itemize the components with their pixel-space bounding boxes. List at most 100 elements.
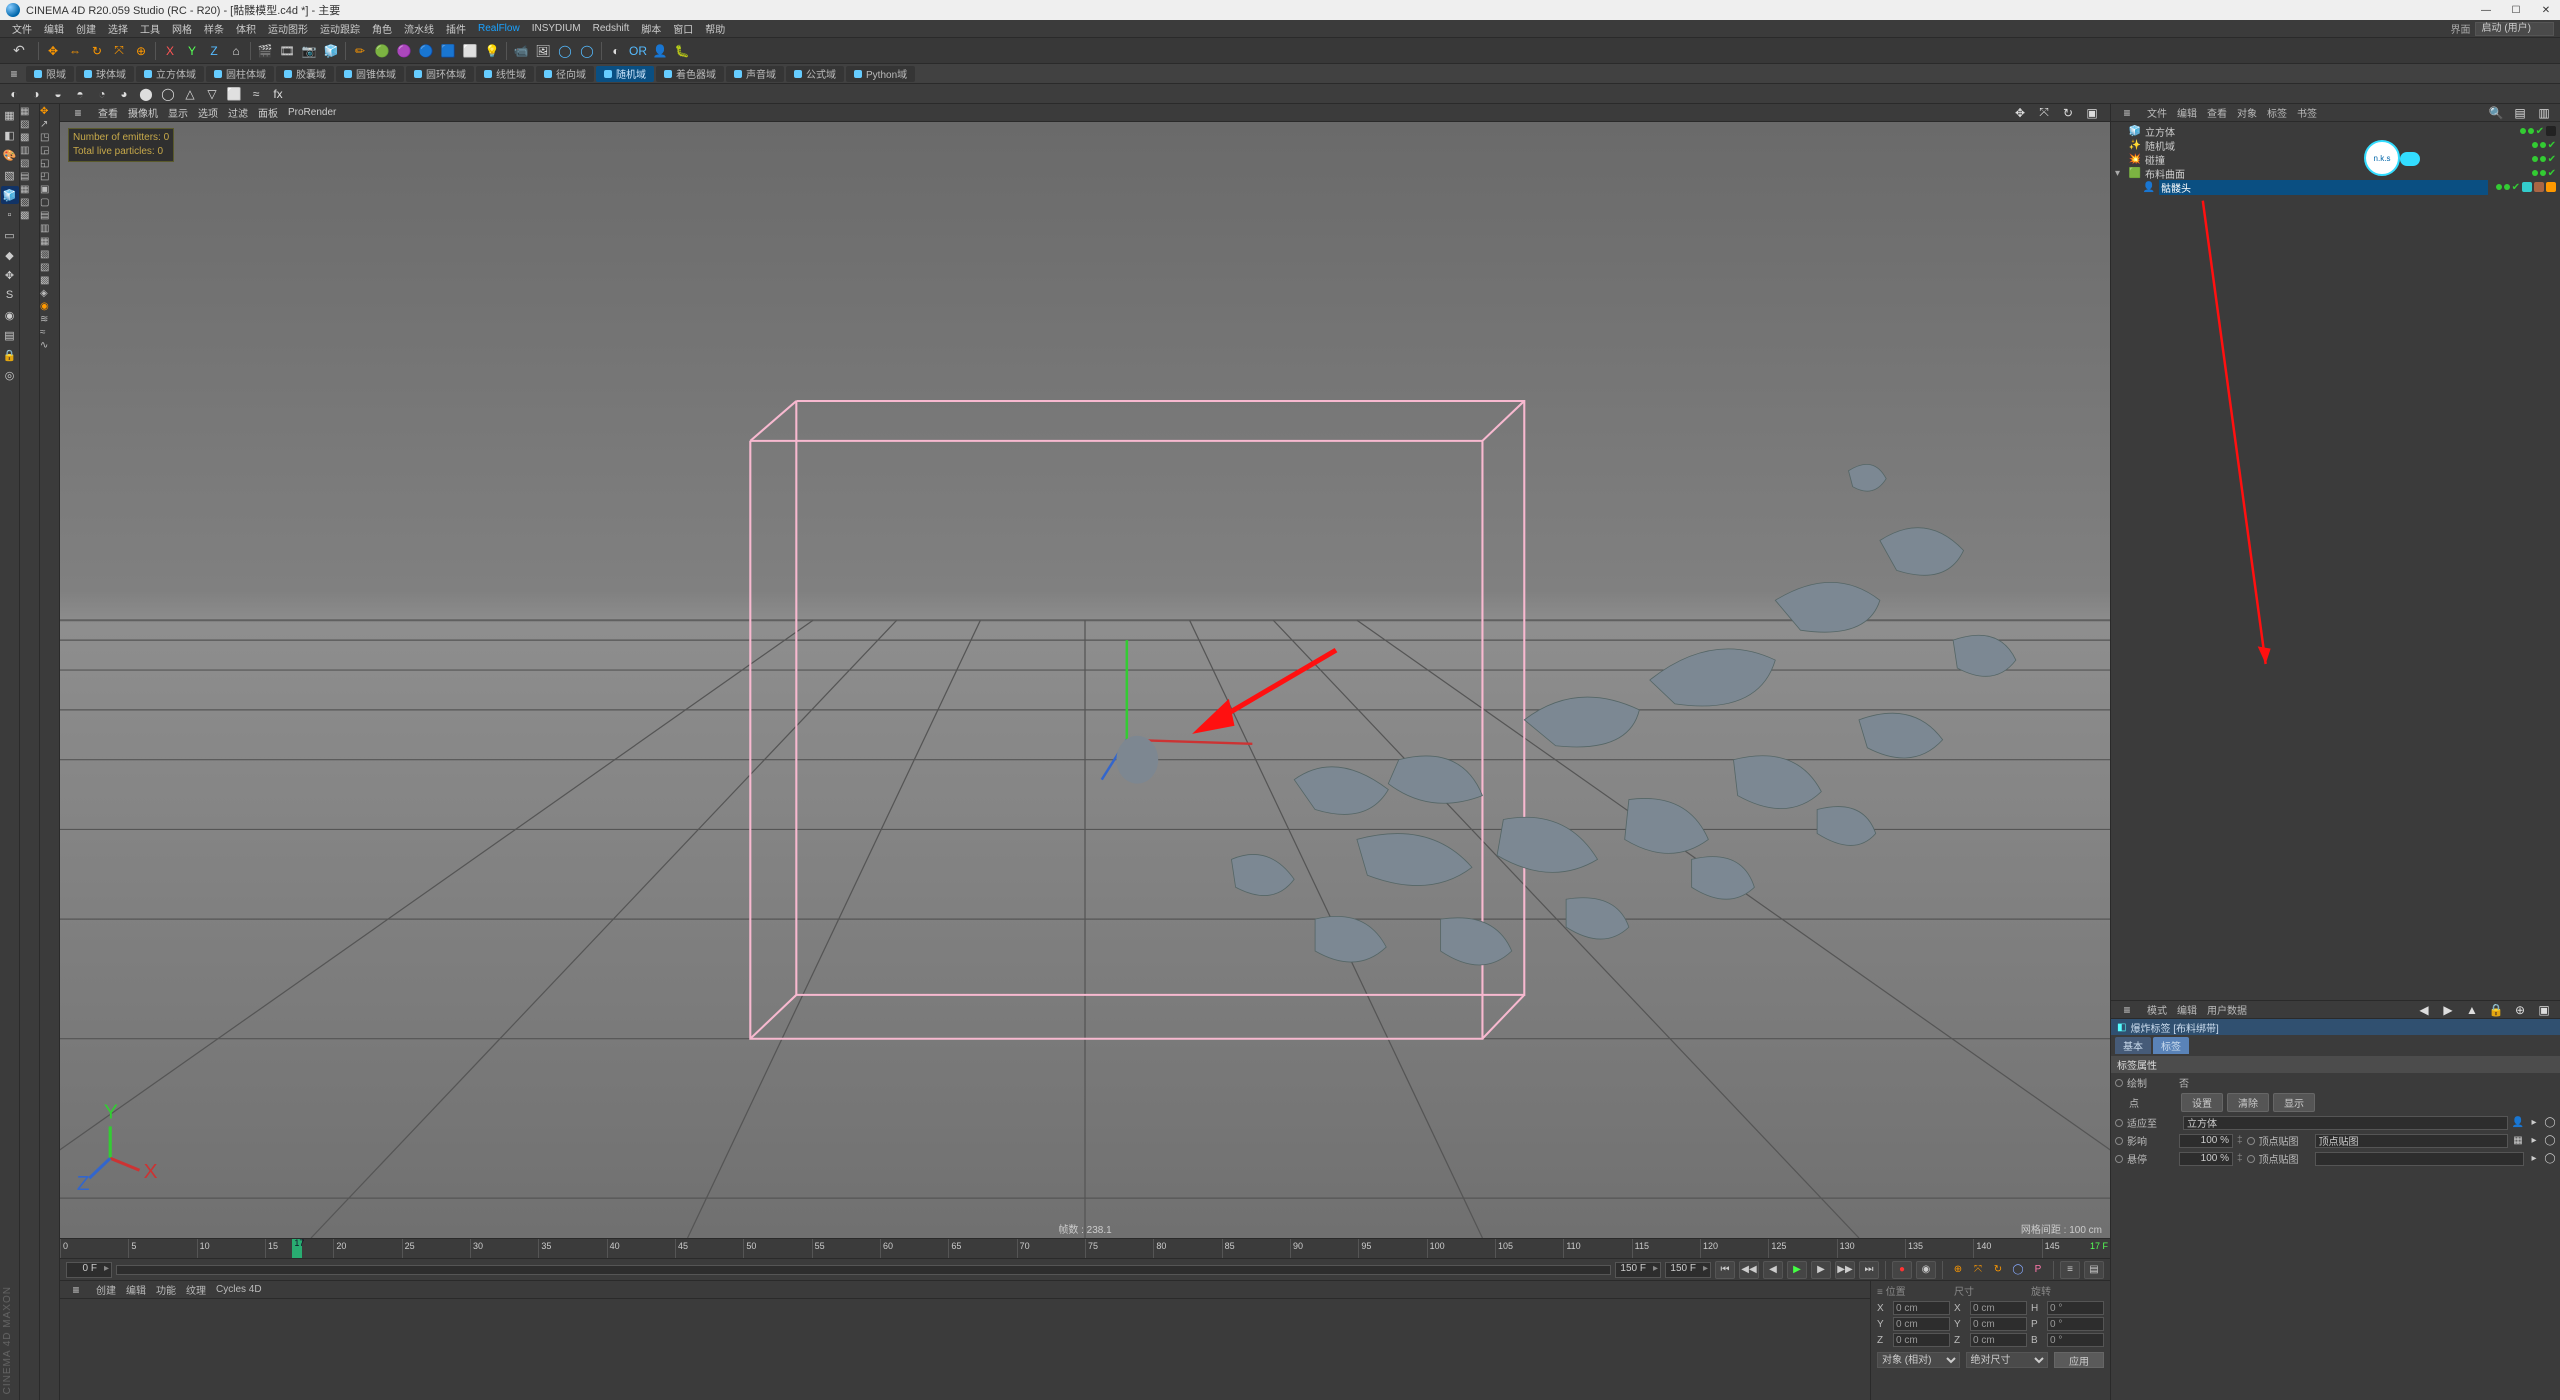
ext-7[interactable]: ▣ xyxy=(40,184,59,195)
material-menu-编辑[interactable]: 编辑 xyxy=(126,1282,146,1297)
main-menu-运动跟踪[interactable]: 运动跟踪 xyxy=(314,20,366,37)
vtx2-clear-icon[interactable]: ◯ xyxy=(2544,1153,2556,1165)
tool-enable-snap[interactable]: ◉ xyxy=(1,306,19,324)
anim-dot-infl[interactable] xyxy=(2115,1137,2123,1145)
ext-18[interactable]: ≈ xyxy=(40,327,59,338)
toolbar-icon-7[interactable]: Z xyxy=(204,41,224,61)
field-圆柱体域[interactable]: 圆柱体域 xyxy=(206,66,274,82)
field-立方体域[interactable]: 立方体域 xyxy=(136,66,204,82)
field-胶囊域[interactable]: 胶囊域 xyxy=(276,66,334,82)
main-menu-网格[interactable]: 网格 xyxy=(166,20,198,37)
btn-clear[interactable]: 清除 xyxy=(2227,1093,2269,1112)
attr-mode-icon[interactable]: ▣ xyxy=(2534,1000,2554,1020)
toolbar-icon-24[interactable]: ◐ xyxy=(606,41,626,61)
timeline-dopesheet-button[interactable]: ▤ xyxy=(2084,1261,2104,1279)
obj-name[interactable]: 骷髅头 xyxy=(2159,180,2488,195)
coord-z[interactable] xyxy=(1893,1333,1950,1347)
coord-y[interactable] xyxy=(1893,1317,1950,1331)
key-pos-button[interactable]: ⊕ xyxy=(1949,1261,1967,1279)
obj-menu-书签[interactable]: 书签 xyxy=(2297,105,2317,120)
field-声音域[interactable]: 声音域 xyxy=(726,66,784,82)
toolbar-icon-13[interactable]: ✏ xyxy=(350,41,370,61)
field-线性域[interactable]: 线性域 xyxy=(476,66,534,82)
toolbar-icon-15[interactable]: 🟣 xyxy=(394,41,414,61)
range-start-field[interactable]: 0 F xyxy=(66,1262,112,1278)
field-公式域[interactable]: 公式域 xyxy=(786,66,844,82)
toolbar-icon-12[interactable]: 🧊 xyxy=(321,41,341,61)
coord-h[interactable] xyxy=(2047,1301,2104,1315)
viewport-orbit-icon[interactable]: ↻ xyxy=(2058,103,2078,123)
coord-mode-select[interactable]: 对象 (相对) xyxy=(1877,1352,1960,1368)
ext-6[interactable]: ◰ xyxy=(40,171,59,182)
tool-edges[interactable]: ▭ xyxy=(1,226,19,244)
window-maximize-button[interactable]: ☐ xyxy=(2508,5,2524,16)
toolbar-icon-8[interactable]: ⌂ xyxy=(226,41,246,61)
ext-8[interactable]: ▢ xyxy=(40,197,59,208)
key-param-button[interactable]: ◯ xyxy=(2009,1261,2027,1279)
obj-name[interactable]: 碰撞 xyxy=(2145,152,2524,167)
anim-dot-draw[interactable] xyxy=(2115,1079,2123,1087)
viewport-menu-选项[interactable]: 选项 xyxy=(198,105,218,120)
ext-15[interactable]: ◈ xyxy=(40,288,59,299)
field-hover[interactable] xyxy=(2179,1152,2233,1166)
range-cur-field[interactable]: 150 F xyxy=(1615,1262,1661,1278)
obj-menu-标签[interactable]: 标签 xyxy=(2267,105,2287,120)
obj-menu-文件[interactable]: 文件 xyxy=(2147,105,2167,120)
window-close-button[interactable]: ✕ xyxy=(2538,5,2554,16)
tag-brown[interactable] xyxy=(2534,182,2544,192)
field-fit[interactable] xyxy=(2183,1116,2508,1130)
toolbar-icon-22[interactable]: ◯ xyxy=(555,41,575,61)
autokey-button[interactable]: ◉ xyxy=(1916,1261,1936,1279)
key-rot-button[interactable]: ↻ xyxy=(1989,1261,2007,1279)
coord-p[interactable] xyxy=(2047,1317,2104,1331)
mograph-icon-12[interactable]: fx xyxy=(268,84,288,104)
coord-size-mode-select[interactable]: 绝对尺寸 xyxy=(1966,1352,2049,1368)
main-menu-运动图形[interactable]: 运动图形 xyxy=(262,20,314,37)
attr-up-icon[interactable]: ▲ xyxy=(2462,1000,2482,1020)
next-key-button[interactable]: ▶▶ xyxy=(1835,1261,1855,1279)
ext-2[interactable]: ↗ xyxy=(40,119,59,130)
timeline-playhead[interactable]: 17 xyxy=(292,1239,302,1258)
mod-5[interactable]: ▧ xyxy=(20,158,39,169)
range-total-field[interactable]: 150 F xyxy=(1665,1262,1711,1278)
obj-name[interactable]: 立方体 xyxy=(2145,124,2512,139)
attr-prev-icon[interactable]: ◀ xyxy=(2414,1000,2434,1020)
ext-4[interactable]: ◲ xyxy=(40,145,59,156)
mograph-icon-9[interactable]: ▽ xyxy=(202,84,222,104)
viewport-menu-ProRender[interactable]: ProRender xyxy=(288,107,336,118)
picker-icon[interactable]: ▸ xyxy=(2528,1117,2540,1129)
toolbar-icon-18[interactable]: ⬜ xyxy=(460,41,480,61)
viewport-menu-过滤[interactable]: 过滤 xyxy=(228,105,248,120)
field-圆锥体域[interactable]: 圆锥体域 xyxy=(336,66,404,82)
material-menu-Cycles 4D[interactable]: Cycles 4D xyxy=(216,1284,262,1295)
window-minimize-button[interactable]: — xyxy=(2478,5,2494,16)
main-menu-文件[interactable]: 文件 xyxy=(6,20,38,37)
record-button[interactable]: ● xyxy=(1892,1261,1912,1279)
play-button[interactable]: ▶ xyxy=(1787,1261,1807,1279)
viewport-menu-摄像机[interactable]: 摄像机 xyxy=(128,105,158,120)
tool-render[interactable]: ◎ xyxy=(1,366,19,384)
main-menu-窗口[interactable]: 窗口 xyxy=(667,20,699,37)
ext-5[interactable]: ◱ xyxy=(40,158,59,169)
tool-viewport[interactable]: ▤ xyxy=(1,326,19,344)
mod-1[interactable]: ▦ xyxy=(20,106,39,117)
tool-model[interactable]: ◧ xyxy=(1,126,19,144)
obj-menu-对象[interactable]: 对象 xyxy=(2237,105,2257,120)
attr-menu-icon[interactable]: ≡ xyxy=(2117,1000,2137,1020)
ext-17[interactable]: ≋ xyxy=(40,314,59,325)
prev-frame-button[interactable]: ◀ xyxy=(1763,1261,1783,1279)
obj-name[interactable]: 随机域 xyxy=(2145,138,2524,153)
obj-mgr-view-icon[interactable]: ▤ xyxy=(2510,103,2530,123)
mograph-icon-6[interactable]: ⬤ xyxy=(136,84,156,104)
material-menu-icon[interactable]: ≡ xyxy=(66,1280,86,1300)
goto-end-button[interactable]: ⏭ xyxy=(1859,1261,1879,1279)
field-球体域[interactable]: 球体域 xyxy=(76,66,134,82)
main-menu-流水线[interactable]: 流水线 xyxy=(398,20,440,37)
anim-dot-fit[interactable] xyxy=(2115,1119,2123,1127)
main-menu-帮助[interactable]: 帮助 xyxy=(699,20,731,37)
ext-3[interactable]: ◳ xyxy=(40,132,59,143)
toolbar-icon-11[interactable]: 📷 xyxy=(299,41,319,61)
main-menu-工具[interactable]: 工具 xyxy=(134,20,166,37)
viewport-maximize-icon[interactable]: ▣ xyxy=(2082,103,2102,123)
ext-10[interactable]: ▥ xyxy=(40,223,59,234)
